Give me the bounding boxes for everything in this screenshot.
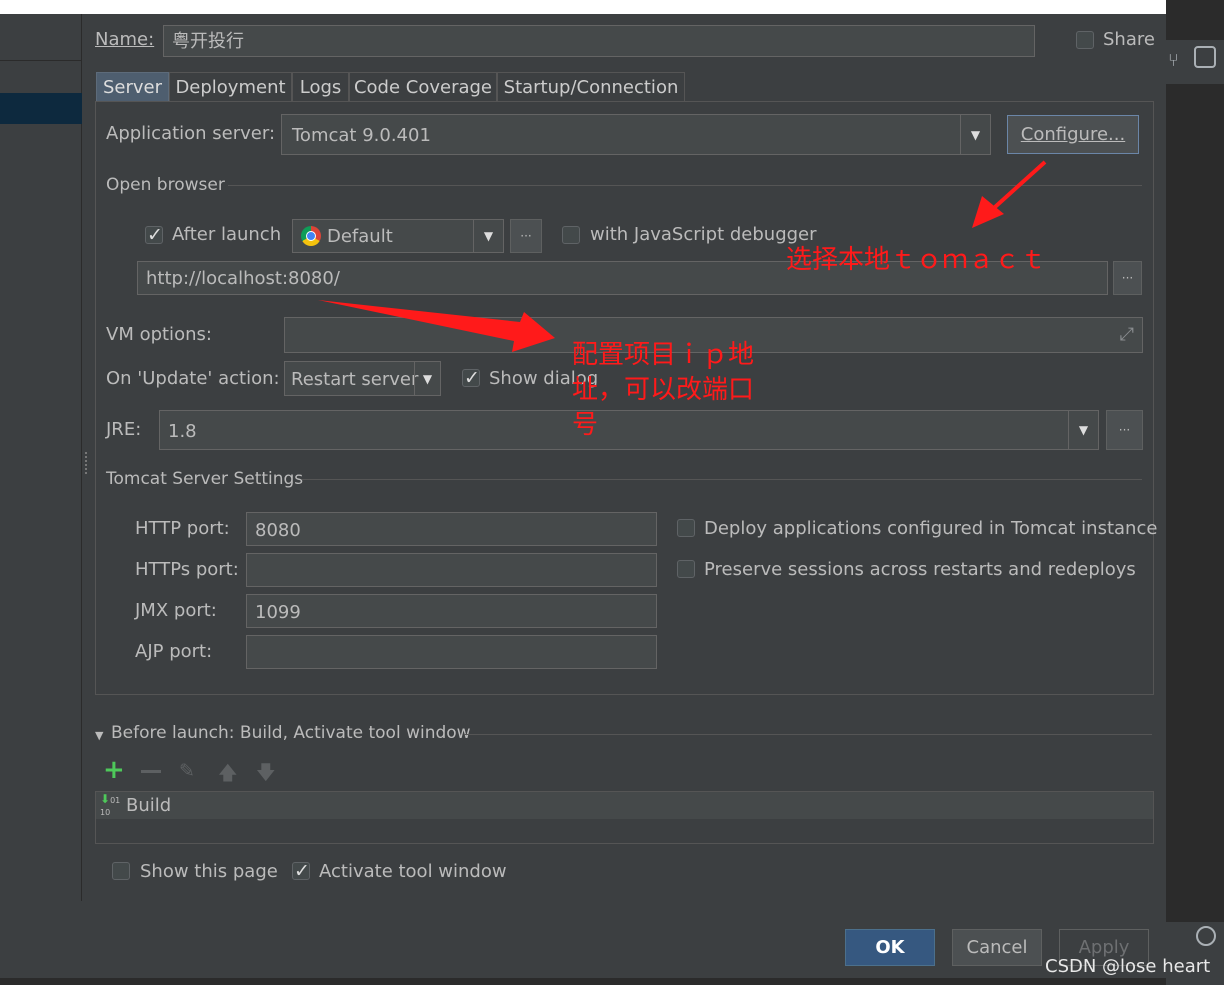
- annotation-tomcat-note: 选择本地ｔｏｍａｃｔ: [786, 245, 1047, 275]
- arrow-to-configure-line: [993, 160, 1047, 209]
- annotation-ip-note-line2: 址，可以改端口: [572, 375, 755, 406]
- annotation-arrows: [318, 160, 1047, 352]
- annotation-ip-note-line3: 号: [572, 410, 599, 441]
- annotation-ip-note: 配置项目ｉｐ地 址，可以改端口 号: [572, 338, 792, 443]
- annotation-ip-note-line1: 配置项目ｉｐ地: [572, 340, 755, 370]
- watermark: CSDN @lose heart: [1045, 956, 1211, 977]
- arrow-to-url-body: [318, 300, 555, 352]
